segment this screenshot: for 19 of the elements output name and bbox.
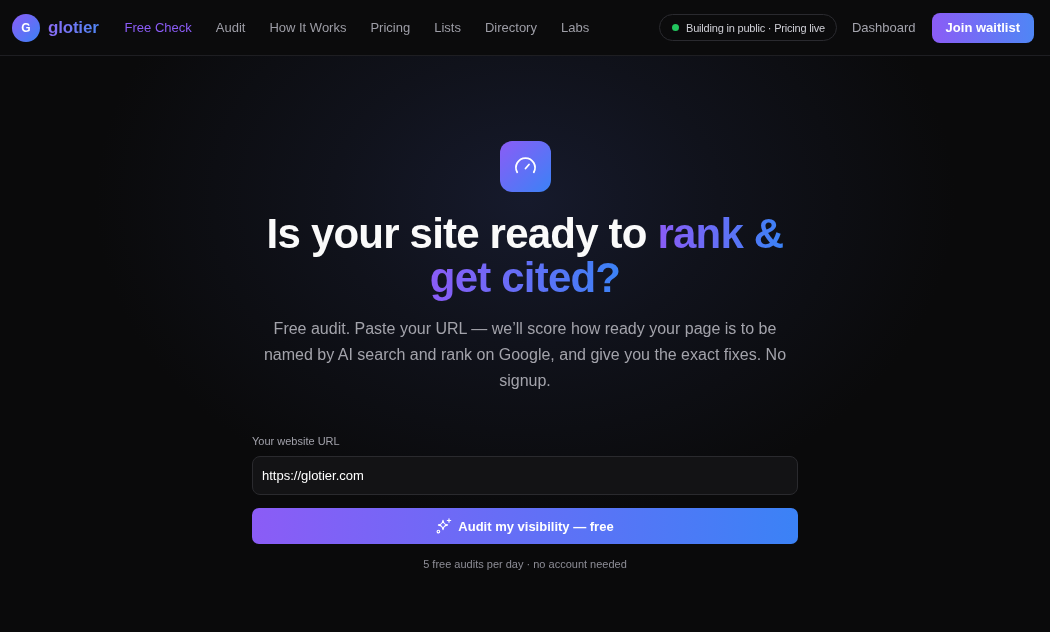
- usage-note: 5 free audits per day · no account needed: [422, 557, 628, 571]
- nav-link[interactable]: Lists: [434, 20, 461, 35]
- nav-link[interactable]: How It Works: [269, 20, 347, 35]
- nav-link[interactable]: Audit: [215, 20, 246, 35]
- status-dot-icon: [672, 24, 680, 31]
- dashboard-link[interactable]: Dashboard: [852, 20, 916, 35]
- status-text: Building in public · Pricing live: [686, 21, 825, 34]
- join-waitlist-button[interactable]: Join waitlist: [931, 12, 1034, 43]
- gauge-icon: [499, 141, 551, 192]
- audit-button[interactable]: Audit my visibility — free: [252, 508, 798, 544]
- sparkle-icon: [436, 518, 453, 534]
- nav-link[interactable]: Labs: [560, 20, 590, 35]
- nav-link[interactable]: Directory: [484, 20, 537, 35]
- brand-logo[interactable]: G: [12, 13, 40, 42]
- hero-subtitle: Free audit. Paste your URL — we’ll score how ready your page is to be named by AI search and rank on Google, and give you the exact fixes. No signup.: [262, 319, 788, 391]
- nav-link[interactable]: Free Check: [124, 20, 192, 35]
- nav-link[interactable]: Pricing: [370, 20, 411, 35]
- url-label: Your website URL: [252, 434, 341, 448]
- url-input[interactable]: https://glotier.com: [252, 456, 798, 495]
